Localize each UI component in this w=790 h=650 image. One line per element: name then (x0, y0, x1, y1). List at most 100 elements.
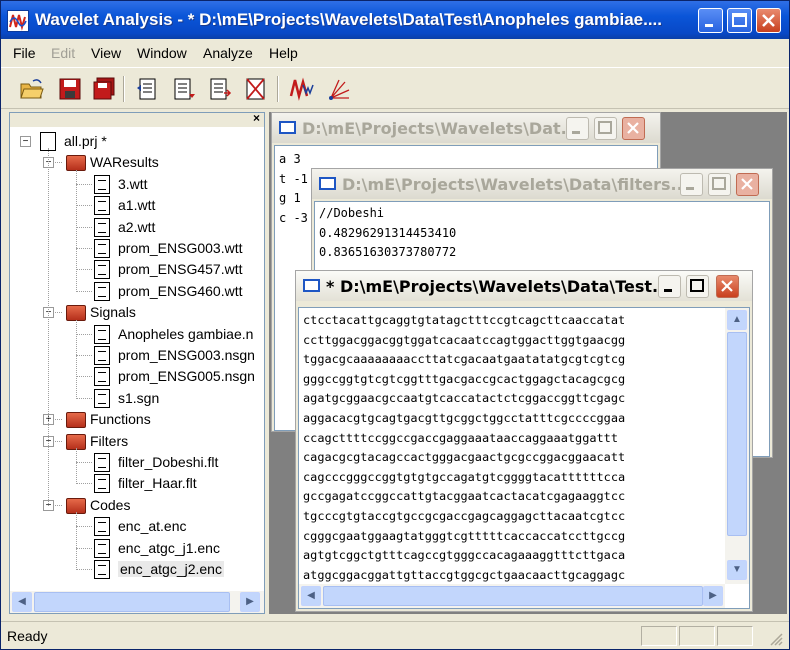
save-all-icon[interactable] (91, 76, 117, 102)
status-bar: Ready (1, 621, 789, 649)
tree-item-label: Functions (90, 411, 151, 428)
filters-text-line: //Dobeshi (319, 206, 385, 220)
tree-item-label: s1.sgn (118, 389, 160, 406)
window-title: Wavelet Analysis - * D:\mE\Projects\Wave… (35, 10, 662, 29)
minimize-button[interactable] (698, 8, 723, 33)
menu-view[interactable]: View (91, 45, 121, 61)
menu-help[interactable]: Help (269, 45, 298, 61)
tree-item-label: prom_ENSG003.wtt (118, 240, 243, 256)
sequence-text-line: cagcccgggccggtgtgtgccagatgtcggggtacatttt… (303, 469, 626, 484)
menu-file[interactable]: File (13, 45, 36, 61)
scroll-right-icon[interactable]: ▶ (703, 586, 723, 606)
codes-minimize-button[interactable] (566, 117, 589, 140)
tree-item-label: Codes (90, 496, 131, 513)
sequence-text-line: atggcggacggattgttaccgtggcgctgaacaacttgca… (303, 567, 626, 582)
copy-page-icon[interactable] (135, 76, 161, 102)
project-tree-panel: × − all.prj * − WAResults 3.wtt a1.wtt a2.wtt p… (9, 111, 265, 614)
tree-horizontal-scrollbar[interactable]: ◀ ▶ (10, 591, 264, 613)
sequence-text-line: gccgagatccggccattgtacggaatcactacatcgagaa… (303, 489, 626, 504)
tree-item-file[interactable]: enc_atgc_j1.enc (10, 538, 264, 559)
scroll-left-icon[interactable]: ◀ (12, 592, 32, 612)
file-icon (94, 346, 110, 365)
sequence-horizontal-scrollbar[interactable]: ◀ ▶ (299, 584, 725, 608)
tree-item-label: 3.wtt (118, 175, 148, 192)
file-icon (94, 538, 110, 558)
document-window-icon (303, 279, 320, 292)
document-window-icon (279, 121, 296, 134)
tree-item-label: prom_ENSG460.wtt (118, 282, 243, 299)
scroll-thumb[interactable] (727, 332, 747, 536)
file-icon (94, 281, 110, 301)
sequence-vertical-scrollbar[interactable]: ▲ ▼ (725, 308, 749, 584)
sequence-text: ctcctacattgcaggtgtatagctttccgtcagcttcaac… (303, 311, 625, 585)
sequence-text-line: gggccggtgtcgtcggtttgacgaccgcactggagctaca… (303, 371, 626, 386)
sequence-minimize-button[interactable] (658, 275, 681, 298)
status-pane (679, 626, 715, 646)
tree-item-label: Signals (90, 304, 136, 321)
scroll-right-icon[interactable]: ▶ (240, 592, 260, 612)
scroll-down-icon[interactable]: ▼ (727, 560, 747, 580)
menu-bar: File Edit View Window Analyze Help (1, 41, 789, 65)
codes-maximize-button[interactable] (594, 117, 617, 140)
tree-connector-line (76, 319, 77, 399)
close-panel-icon[interactable]: × (253, 111, 260, 125)
sequence-text-area[interactable]: ctcctacattgcaggtgtatagctttccgtcagcttcaac… (298, 307, 750, 609)
close-button[interactable] (756, 8, 781, 33)
delete-page-icon[interactable] (243, 76, 269, 102)
resize-grip-icon[interactable] (767, 630, 783, 646)
codes-close-button[interactable] (622, 117, 645, 140)
file-icon (94, 217, 110, 237)
save-icon[interactable] (57, 76, 83, 102)
codes-text-line: t -1 (279, 171, 308, 186)
list-page-icon[interactable] (171, 76, 197, 102)
menu-window[interactable]: Window (137, 45, 187, 61)
transfer-page-icon[interactable] (207, 76, 233, 102)
sequence-maximize-button[interactable] (686, 275, 709, 298)
sequence-window-title-bar[interactable]: * D:\mE\Projects\Wavelets\Data\Test... (296, 271, 752, 301)
spectrum-icon[interactable] (327, 76, 353, 102)
tree-connector-line (76, 169, 77, 292)
sequence-text-line: cagacgcgtacagccactgggacgaactgcgccggacgga… (303, 450, 626, 465)
filters-minimize-button[interactable] (680, 173, 703, 196)
sequence-text-line: ccttggacggacggtggatcacaatccagtggacttggtg… (303, 332, 626, 347)
sequence-text-line: cgggcgaatggaagtatgggtcgtttttcaccaccatcct… (303, 528, 626, 543)
scroll-left-icon[interactable]: ◀ (301, 586, 321, 606)
menu-analyze[interactable]: Analyze (203, 45, 253, 61)
tree-item-file[interactable]: enc_atgc_j2.enc (10, 559, 264, 580)
file-icon (94, 367, 110, 387)
filters-text: //Dobeshi 0.48296291314453410 0.8365163037… (319, 204, 456, 263)
mdi-workspace: D:\mE\Projects\Wavelets\Dat... a 3 t -1 g … (269, 112, 787, 614)
menu-edit[interactable]: Edit (51, 45, 75, 61)
tree-item-label: filter_Haar.flt (118, 475, 197, 492)
file-icon (94, 474, 110, 494)
codes-text-line: g 1 (279, 191, 301, 205)
scroll-up-icon[interactable]: ▲ (727, 310, 747, 330)
scroll-thumb[interactable] (34, 592, 230, 612)
tree-item-file[interactable]: enc_at.enc (10, 516, 264, 537)
status-text: Ready (7, 628, 48, 644)
codes-window-title-bar[interactable]: D:\mE\Projects\Wavelets\Dat... (272, 113, 660, 143)
sequence-document-window[interactable]: * D:\mE\Projects\Wavelets\Data\Test... c… (295, 270, 753, 612)
codes-text-line: a 3 (279, 152, 301, 166)
filters-window-title-bar[interactable]: D:\mE\Projects\Wavelets\Data\filters... (312, 169, 772, 199)
tree-connector-line (76, 512, 77, 570)
maximize-button[interactable] (727, 8, 752, 33)
file-icon (94, 239, 110, 258)
file-icon (94, 324, 110, 344)
filters-close-button[interactable] (736, 173, 759, 196)
status-pane (717, 626, 753, 646)
scroll-thumb[interactable] (323, 586, 703, 606)
sequence-close-button[interactable] (716, 275, 739, 298)
main-window: Wavelet Analysis - * D:\mE\Projects\Wave… (0, 0, 790, 650)
filters-maximize-button[interactable] (708, 173, 731, 196)
filters-text-line: 0.83651630373780772 (319, 245, 457, 259)
sequence-text-line: ctcctacattgcaggtgtatagctttccgtcagcttcaac… (303, 313, 626, 327)
wavelet-app-icon[interactable] (7, 10, 29, 32)
tree-item-label: WAResults (90, 154, 159, 171)
tree-item-label: a1.wtt (118, 197, 156, 214)
wavelet-analyze-icon[interactable] (289, 76, 315, 102)
open-folder-icon[interactable] (19, 76, 45, 102)
filters-window-title: D:\mE\Projects\Wavelets\Data\filters... (342, 175, 689, 194)
title-bar[interactable]: Wavelet Analysis - * D:\mE\Projects\Wave… (1, 1, 789, 39)
tree-item-label: enc_atgc_j1.enc (118, 539, 220, 556)
